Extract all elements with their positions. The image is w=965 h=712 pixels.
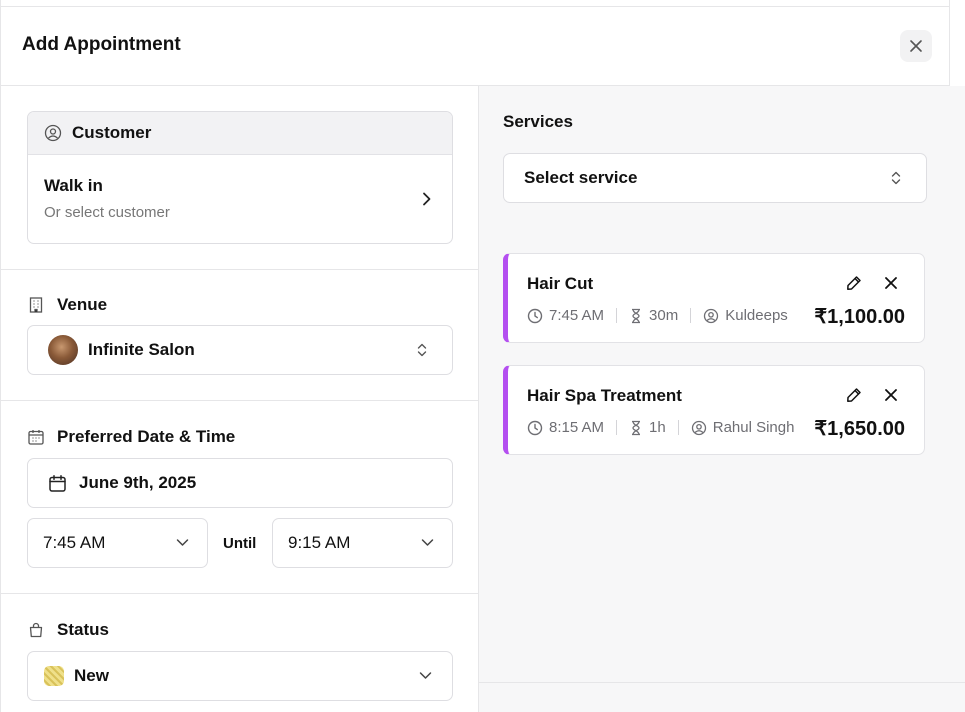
service-select[interactable]: Select service bbox=[503, 153, 927, 203]
modal-title: Add Appointment bbox=[22, 34, 181, 55]
datetime-label: Preferred Date & Time bbox=[27, 427, 235, 447]
chevron-down-icon bbox=[176, 539, 189, 546]
service-time: 7:45 AM bbox=[549, 307, 605, 324]
calendar-icon bbox=[49, 474, 66, 492]
chevron-down-icon bbox=[421, 539, 434, 546]
hourglass-icon bbox=[632, 420, 641, 435]
pencil-icon[interactable] bbox=[845, 386, 863, 404]
customer-name: Walk in bbox=[44, 176, 103, 195]
chevron-down-icon bbox=[419, 672, 432, 679]
close-button[interactable] bbox=[900, 30, 932, 62]
status-label: Status bbox=[27, 620, 109, 640]
top-edge bbox=[0, 0, 949, 7]
venue-avatar bbox=[48, 335, 78, 365]
building-icon bbox=[29, 297, 43, 313]
service-name: Hair Spa Treatment bbox=[527, 386, 682, 405]
services-label: Services bbox=[503, 112, 573, 131]
chevron-up-down-icon bbox=[417, 343, 427, 357]
service-duration: 1h bbox=[649, 419, 666, 436]
section-divider bbox=[1, 400, 478, 401]
pencil-icon[interactable] bbox=[845, 274, 863, 292]
chevron-right-icon[interactable] bbox=[422, 192, 432, 206]
footer-divider bbox=[479, 682, 965, 683]
venue-select[interactable]: Infinite Salon bbox=[27, 325, 453, 375]
status-select[interactable]: New bbox=[27, 651, 453, 701]
remove-service-icon[interactable] bbox=[882, 386, 900, 404]
status-color-swatch bbox=[44, 666, 64, 686]
section-divider bbox=[1, 593, 478, 594]
hourglass-icon bbox=[632, 308, 641, 323]
shopping-bag-icon bbox=[29, 622, 43, 638]
service-item: Hair Spa Treatment 8:15 AM 1h Rahul Sing… bbox=[503, 365, 925, 455]
service-select-placeholder: Select service bbox=[524, 168, 638, 187]
modal-header: Add Appointment bbox=[0, 7, 949, 86]
customer-card[interactable]: Customer Walk in Or select customer bbox=[27, 111, 453, 244]
close-icon bbox=[910, 40, 922, 52]
service-time: 8:15 AM bbox=[549, 419, 605, 436]
customer-header-label: Customer bbox=[72, 123, 152, 142]
service-meta: 8:15 AM 1h Rahul Singh bbox=[527, 419, 794, 436]
date-picker[interactable]: June 9th, 2025 bbox=[27, 458, 453, 508]
until-label: Until bbox=[223, 535, 257, 552]
venue-value: Infinite Salon bbox=[88, 340, 195, 359]
service-staff: Kuldeeps bbox=[725, 307, 788, 324]
start-time-value: 7:45 AM bbox=[43, 533, 106, 552]
clock-icon bbox=[527, 420, 543, 435]
end-time-value: 9:15 AM bbox=[288, 533, 351, 552]
calendar-icon bbox=[28, 430, 44, 445]
service-price: ₹1,650.00 bbox=[814, 418, 905, 440]
appointment-details-panel: Customer Walk in Or select customer Venu… bbox=[1, 86, 479, 712]
end-time-select[interactable]: 9:15 AM bbox=[272, 518, 453, 568]
chevron-up-down-icon bbox=[891, 171, 901, 185]
start-time-select[interactable]: 7:45 AM bbox=[27, 518, 208, 568]
customer-card-header: Customer bbox=[28, 112, 452, 155]
venue-label: Venue bbox=[27, 295, 107, 315]
user-circle-icon bbox=[44, 124, 62, 142]
user-circle-icon bbox=[691, 420, 706, 435]
date-value: June 9th, 2025 bbox=[79, 473, 197, 492]
remove-service-icon[interactable] bbox=[882, 274, 900, 292]
service-staff: Rahul Singh bbox=[712, 419, 795, 436]
service-meta: 7:45 AM 30m Kuldeeps bbox=[527, 307, 788, 324]
clock-icon bbox=[527, 308, 543, 323]
service-item: Hair Cut 7:45 AM 30m Kuldeeps ₹1,100.00 bbox=[503, 253, 925, 343]
section-divider bbox=[1, 269, 478, 270]
status-value: New bbox=[74, 666, 109, 685]
service-price: ₹1,100.00 bbox=[814, 306, 905, 328]
service-name: Hair Cut bbox=[527, 274, 594, 293]
user-circle-icon bbox=[704, 308, 719, 323]
customer-hint: Or select customer bbox=[44, 204, 170, 221]
services-panel: Services Select service Hair Cut 7:45 AM… bbox=[479, 86, 965, 712]
service-duration: 30m bbox=[649, 307, 679, 324]
